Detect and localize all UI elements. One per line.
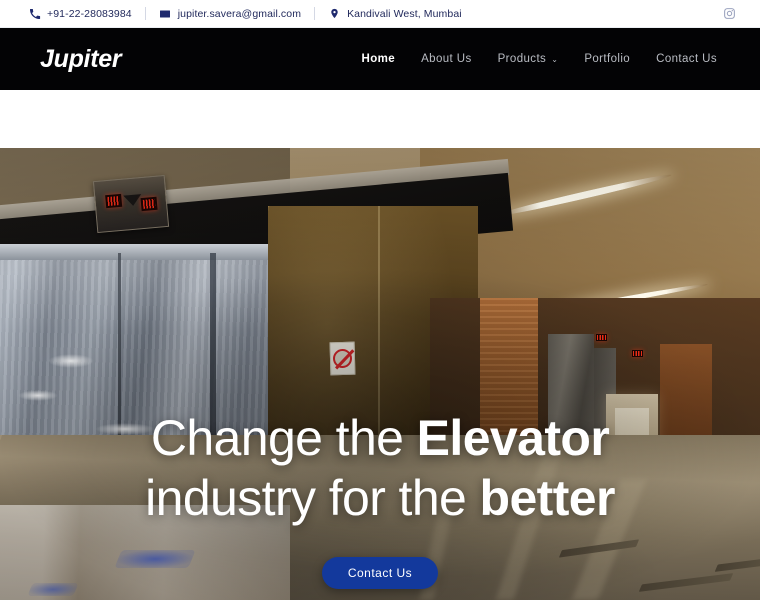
top-info-bar-social [723, 7, 760, 20]
nav-label-portfolio: Portfolio [584, 53, 631, 65]
hero-heading-line2-bold: better [479, 470, 616, 526]
page-root: +91-22-28083984 jupiter.savera@gmail.com [0, 0, 760, 600]
phone-icon [28, 7, 41, 20]
nav-links: Home About Us Products ⌄ Portfolio Conta… [349, 28, 760, 94]
map-pin-icon [328, 7, 341, 20]
nav-item-portfolio[interactable]: Portfolio [571, 28, 643, 90]
phone-contact[interactable]: +91-22-28083984 [28, 0, 132, 28]
nav-item-home[interactable]: Home [349, 28, 409, 94]
nav-label-home: Home [361, 53, 396, 65]
chevron-down-icon: ⌄ [551, 55, 559, 64]
location-contact[interactable]: Kandivali West, Mumbai [328, 0, 462, 28]
hero-section: Change the Elevator industry for the bet… [0, 148, 760, 600]
nav-label-products: Products [497, 53, 547, 65]
main-navigation-bar: Jupiter Home About Us Products ⌄ Portfol… [0, 28, 760, 94]
hero-heading-line1-regular: Change the [150, 410, 417, 466]
site-logo[interactable]: Jupiter [0, 46, 122, 72]
top-info-bar-contacts: +91-22-28083984 jupiter.savera@gmail.com [0, 0, 462, 28]
divider [144, 7, 146, 20]
envelope-icon [159, 7, 172, 20]
email-contact[interactable]: jupiter.savera@gmail.com [159, 0, 301, 28]
nav-item-about-us[interactable]: About Us [408, 28, 485, 90]
hero-heading-line2-regular: industry for the [145, 470, 480, 526]
phone-number: +91-22-28083984 [47, 7, 132, 20]
instagram-icon[interactable] [723, 7, 736, 20]
hero-heading: Change the Elevator industry for the bet… [145, 413, 615, 523]
nav-item-contact-us[interactable]: Contact Us [643, 28, 730, 90]
email-address: jupiter.savera@gmail.com [177, 7, 302, 20]
hero-contact-us-button[interactable]: Contact Us [321, 557, 439, 589]
nav-label-about-us: About Us [421, 53, 472, 65]
header-spacer [0, 90, 760, 148]
divider [314, 7, 316, 20]
top-info-bar: +91-22-28083984 jupiter.savera@gmail.com [0, 0, 760, 28]
nav-item-products[interactable]: Products ⌄ [485, 28, 572, 90]
location-text: Kandivali West, Mumbai [347, 7, 462, 20]
nav-label-contact-us: Contact Us [656, 53, 717, 65]
hero-heading-line1-bold: Elevator [416, 410, 610, 466]
hero-content: Change the Elevator industry for the bet… [0, 148, 760, 600]
